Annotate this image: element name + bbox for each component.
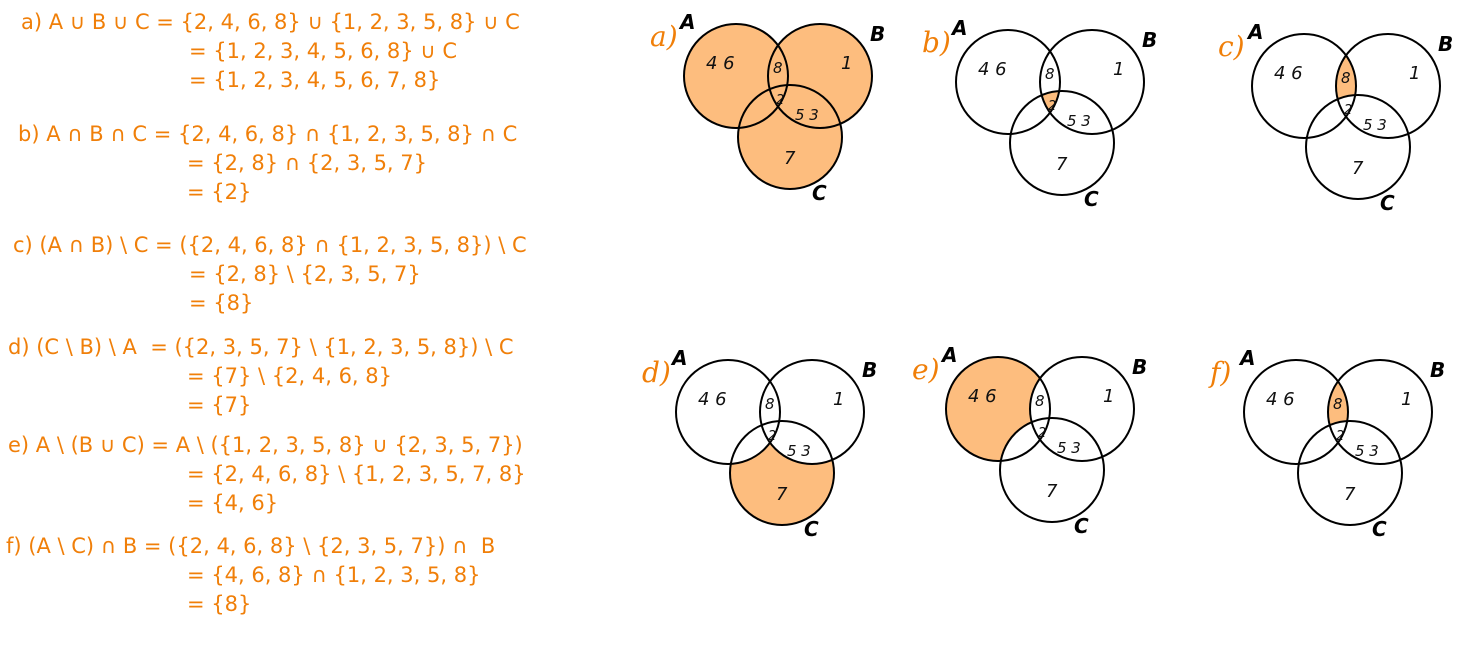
set-c-circle <box>1297 420 1403 526</box>
venn-panel-b: 4 6 8 1 2 5 3 7 A B Cb) <box>922 16 1157 211</box>
region-number-b-only: 1 <box>1103 386 1114 407</box>
set-label-c: C <box>1380 191 1395 215</box>
region-number-c-only: 7 <box>776 484 788 505</box>
equation-line: = {2, 4, 6, 8} \ {1, 2, 3, 5, 7, 8} <box>187 462 526 486</box>
venn-panel-f: 4 6 8 1 2 5 3 7 A B Cf) <box>1208 346 1445 541</box>
equation-line: = {8} <box>189 291 254 315</box>
set-label-b: B <box>862 358 877 382</box>
region-number-abc: 2 <box>1038 426 1046 441</box>
equations-panel: a) A ∪ B ∪ C = {2, 4, 6, 8} ∪ {1, 2, 3, … <box>0 0 650 628</box>
set-c-circle <box>1009 90 1115 196</box>
region-number-bc-only: 5 3 <box>1363 116 1387 134</box>
set-label-c: C <box>1372 517 1387 541</box>
equation-line: = {1, 2, 3, 4, 5, 6, 7, 8} <box>189 68 441 92</box>
set-label-a: A <box>678 10 695 34</box>
region-number-a-only: 4 6 <box>706 53 735 74</box>
region-number-bc-only: 5 3 <box>795 106 819 124</box>
region-number-ab-only: 8 <box>1341 69 1351 87</box>
panel-label: d) <box>642 356 671 389</box>
equation-b: b) A ∩ B ∩ C = {2, 4, 6, 8} ∩ {1, 2, 3, … <box>0 120 650 210</box>
set-label-c: C <box>1084 187 1099 211</box>
region-number-b-only: 1 <box>841 53 852 74</box>
region-number-ab-only: 8 <box>1333 395 1343 413</box>
equation-line: = {7} <box>187 393 252 417</box>
set-label-c: C <box>1074 514 1089 538</box>
region-number-bc-only: 5 3 <box>1057 439 1081 457</box>
panel-label: f) <box>1208 356 1231 389</box>
set-c-circle <box>999 417 1105 523</box>
region-number-bc-only: 5 3 <box>1355 442 1379 460</box>
region-number-a-only: 4 6 <box>978 59 1007 80</box>
equation-f: f) (A \ C) ∩ B = ({2, 4, 6, 8} \ {2, 3, … <box>0 532 650 622</box>
region-number-a-only: 4 6 <box>1274 63 1303 84</box>
set-c-circle <box>1305 94 1411 200</box>
region-number-ab-only: 8 <box>1045 65 1055 83</box>
region-number-ab-only: 8 <box>1035 392 1045 410</box>
set-label-b: B <box>1132 355 1147 379</box>
equation-line: = {7} \ {2, 4, 6, 8} <box>187 364 392 388</box>
region-number-c-only: 7 <box>1344 484 1356 505</box>
region-number-b-only: 1 <box>833 389 844 410</box>
set-label-a: A <box>950 16 967 40</box>
set-label-c: C <box>812 181 827 205</box>
equation-line: = {2, 8} \ {2, 3, 5, 7} <box>189 262 421 286</box>
equation-line: a) A ∪ B ∪ C = {2, 4, 6, 8} ∪ {1, 2, 3, … <box>21 10 520 34</box>
region-number-b-only: 1 <box>1113 59 1124 80</box>
region-number-bc-only: 5 3 <box>1067 112 1091 130</box>
venn-panel-d: 4 6 8 1 2 5 3 7 A B Cd) <box>642 346 877 541</box>
region-number-abc: 2 <box>1344 103 1352 118</box>
equation-line: = {4, 6} <box>187 491 279 515</box>
set-label-a: A <box>670 346 687 370</box>
venn-panel-a: 4 6 8 1 2 5 3 7 A B Ca) <box>650 10 885 205</box>
equation-line: = {1, 2, 3, 4, 5, 6, 8} ∪ C <box>189 39 458 63</box>
equation-line: = {2, 8} ∩ {2, 3, 5, 7} <box>187 151 428 175</box>
venn-diagrams: 4 6 8 1 2 5 3 7 A B Ca) 4 6 8 1 2 5 3 7 A B Cb) 4 6 8 1 2 5 3 7… <box>642 10 1453 541</box>
region-number-a-only: 4 6 <box>968 386 997 407</box>
equation-line: d) (C \ B) \ A = ({2, 3, 5, 7} \ {1, 2, … <box>8 335 514 359</box>
region-number-a-only: 4 6 <box>1266 389 1295 410</box>
set-label-b: B <box>1430 358 1445 382</box>
set-label-b: B <box>1142 28 1157 52</box>
region-number-ab-only: 8 <box>765 395 775 413</box>
set-label-a: A <box>1238 346 1255 370</box>
equation-c: c) (A ∩ B) \ C = ({2, 4, 6, 8} ∩ {1, 2, … <box>0 231 650 321</box>
equation-line: = {8} <box>187 592 252 616</box>
equation-line: c) (A ∩ B) \ C = ({2, 4, 6, 8} ∩ {1, 2, … <box>13 233 527 257</box>
region-number-ab-only: 8 <box>773 59 783 77</box>
venn-panel-e: 4 6 8 1 2 5 3 7 A B Ce) <box>912 343 1147 538</box>
set-label-b: B <box>1438 32 1453 56</box>
region-number-c-only: 7 <box>1352 158 1364 179</box>
set-label-b: B <box>870 22 885 46</box>
equation-a: a) A ∪ B ∪ C = {2, 4, 6, 8} ∪ {1, 2, 3, … <box>0 8 650 98</box>
equation-line: f) (A \ C) ∩ B = ({2, 4, 6, 8} \ {2, 3, … <box>6 534 496 558</box>
equation-line: b) A ∩ B ∩ C = {2, 4, 6, 8} ∩ {1, 2, 3, … <box>18 122 518 146</box>
region-number-abc: 2 <box>776 93 784 108</box>
venn-panel-c: 4 6 8 1 2 5 3 7 A B Cc) <box>1218 20 1453 215</box>
set-label-c: C <box>804 517 819 541</box>
region-number-abc: 2 <box>1336 429 1344 444</box>
set-label-a: A <box>940 343 957 367</box>
equation-e: e) A \ (B ∪ C) = A \ ({1, 2, 3, 5, 8} ∪ … <box>0 431 650 521</box>
region-number-abc: 2 <box>768 429 776 444</box>
region-number-a-only: 4 6 <box>698 389 727 410</box>
set-b-circle <box>1039 29 1145 135</box>
region-number-b-only: 1 <box>1409 63 1420 84</box>
equation-line: = {2} <box>187 180 252 204</box>
panel-label: e) <box>912 353 940 386</box>
panel-label: a) <box>650 20 678 53</box>
panel-label: c) <box>1218 30 1245 63</box>
region-number-c-only: 7 <box>784 148 796 169</box>
region-number-abc: 2 <box>1048 99 1056 114</box>
equation-line: e) A \ (B ∪ C) = A \ ({1, 2, 3, 5, 8} ∪ … <box>8 433 523 457</box>
set-label-a: A <box>1246 20 1263 44</box>
region-number-b-only: 1 <box>1401 389 1412 410</box>
equation-line: = {4, 6, 8} ∩ {1, 2, 3, 5, 8} <box>187 563 481 587</box>
region-number-bc-only: 5 3 <box>787 442 811 460</box>
region-number-c-only: 7 <box>1046 481 1058 502</box>
panel-label: b) <box>922 26 951 59</box>
equation-d: d) (C \ B) \ A = ({2, 3, 5, 7} \ {1, 2, … <box>0 333 650 423</box>
region-number-c-only: 7 <box>1056 154 1068 175</box>
